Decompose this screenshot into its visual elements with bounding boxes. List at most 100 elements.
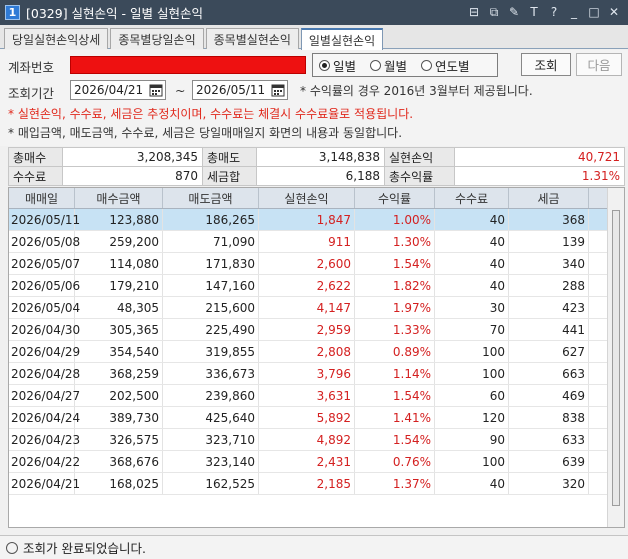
- scrollbar-thumb[interactable]: [612, 210, 620, 506]
- cell-fee: 40: [435, 209, 509, 230]
- table-row[interactable]: 2026/04/23 326,575 323,710 4,892 1.54% 90 633: [9, 429, 624, 451]
- cell-sell-amount: 215,600: [163, 297, 259, 318]
- table-row[interactable]: 2026/04/29 354,540 319,855 2,808 0.89% 100 627: [9, 341, 624, 363]
- tax-total-value: 6,188: [256, 166, 385, 186]
- total-sell-label: 총매도: [202, 147, 257, 167]
- maximize-icon[interactable]: □: [586, 4, 602, 20]
- journal-consistency-note: * 매입금액, 매도금액, 수수료, 세금은 당일매매일지 화면의 내용과 동일…: [8, 126, 403, 140]
- date-to-value: 2026/05/11: [196, 83, 266, 97]
- tab-by-stock-realized[interactable]: 종목별실현손익: [205, 28, 299, 49]
- font-size-icon[interactable]: T: [526, 4, 542, 20]
- calendar-icon[interactable]: [149, 83, 163, 97]
- grid-header: 매매일 매수금액 매도금액 실현손익 수익률 수수료 세금: [9, 188, 624, 209]
- header-realized-pnl[interactable]: 실현손익: [259, 188, 355, 208]
- cell-return-rate: 1.33%: [355, 319, 435, 340]
- link-icon[interactable]: ⊟: [466, 4, 482, 20]
- table-row[interactable]: 2026/05/06 179,210 147,160 2,622 1.82% 40 288: [9, 275, 624, 297]
- cell-buy-amount: 114,080: [75, 253, 163, 274]
- cell-buy-amount: 368,259: [75, 363, 163, 384]
- cell-fee: 90: [435, 429, 509, 450]
- cell-realized-pnl: 2,808: [259, 341, 355, 362]
- status-bar: 조회가 완료되었습니다.: [0, 535, 628, 559]
- table-row[interactable]: 2026/05/08 259,200 71,090 911 1.30% 40 139: [9, 231, 624, 253]
- radio-daily-dot[interactable]: [319, 59, 330, 71]
- cell-fee: 120: [435, 407, 509, 428]
- header-sell-amount[interactable]: 매도금액: [163, 188, 259, 208]
- cell-realized-pnl: 5,892: [259, 407, 355, 428]
- cell-tax: 368: [509, 209, 589, 230]
- date-to-input[interactable]: 2026/05/11: [192, 80, 288, 100]
- summary-row: 수수료 870 세금합 6,188 총수익률 1.31%: [8, 166, 625, 186]
- return-rate-note: * 수익률의 경우 2016년 3월부터 제공됩니다.: [300, 84, 533, 98]
- period-label: 조회기간: [8, 86, 55, 101]
- cell-sell-amount: 239,860: [163, 385, 259, 406]
- cell-fee: 30: [435, 297, 509, 318]
- header-tax[interactable]: 세금: [509, 188, 589, 208]
- table-row[interactable]: 2026/05/11 123,880 186,265 1,847 1.00% 40 368: [9, 209, 624, 231]
- cell-trade-date: 2026/05/08: [9, 231, 80, 252]
- cell-tax: 639: [509, 451, 589, 472]
- date-from-input[interactable]: 2026/04/21: [70, 80, 166, 100]
- cell-realized-pnl: 2,185: [259, 473, 355, 494]
- cell-fee: 40: [435, 275, 509, 296]
- pin-icon[interactable]: ✎: [506, 4, 522, 20]
- radio-daily[interactable]: 일별: [319, 56, 356, 75]
- table-row[interactable]: 2026/05/07 114,080 171,830 2,600 1.54% 40 340: [9, 253, 624, 275]
- help-icon[interactable]: ?: [546, 4, 562, 20]
- summary-row: 총매수 3,208,345 총매도 3,148,838 실현손익 40,721: [8, 147, 625, 167]
- cell-fee: 100: [435, 451, 509, 472]
- account-number-field[interactable]: [70, 56, 306, 74]
- cell-buy-amount: 354,540: [75, 341, 163, 362]
- header-fee[interactable]: 수수료: [435, 188, 509, 208]
- radio-monthly-label: 월별: [384, 58, 408, 74]
- table-row[interactable]: 2026/04/22 368,676 323,140 2,431 0.76% 100 639: [9, 451, 624, 473]
- radio-yearly[interactable]: 연도별: [421, 56, 470, 75]
- cell-realized-pnl: 4,892: [259, 429, 355, 450]
- fee-label: 수수료: [8, 166, 63, 186]
- cell-trade-date: 2026/05/04: [9, 297, 80, 318]
- cell-fee: 40: [435, 253, 509, 274]
- total-sell-value: 3,148,838: [256, 147, 385, 167]
- tab-bar: 당일실현손익상세 종목별당일손익 종목별실현손익 일별실현손익: [0, 25, 628, 50]
- radio-yearly-dot[interactable]: [421, 59, 433, 71]
- cell-buy-amount: 48,305: [75, 297, 163, 318]
- table-row[interactable]: 2026/04/28 368,259 336,673 3,796 1.14% 100 663: [9, 363, 624, 385]
- period-type-radio-group: 일별 월별 연도별: [312, 53, 498, 77]
- cell-realized-pnl: 911: [259, 231, 355, 252]
- copy-icon[interactable]: ⧉: [486, 4, 502, 20]
- cell-tax: 469: [509, 385, 589, 406]
- radio-daily-label: 일별: [333, 58, 357, 74]
- cell-tax: 441: [509, 319, 589, 340]
- daily-pnl-grid[interactable]: 매매일 매수금액 매도금액 실현손익 수익률 수수료 세금 2026/05/11…: [8, 187, 625, 528]
- tab-daily-realized[interactable]: 일별실현손익: [300, 28, 384, 50]
- table-row[interactable]: 2026/05/04 48,305 215,600 4,147 1.97% 30 423: [9, 297, 624, 319]
- cell-tax: 288: [509, 275, 589, 296]
- cell-realized-pnl: 2,959: [259, 319, 355, 340]
- header-buy-amount[interactable]: 매수금액: [75, 188, 163, 208]
- cell-return-rate: 1.97%: [355, 297, 435, 318]
- vertical-scrollbar[interactable]: [607, 188, 624, 527]
- close-icon[interactable]: ✕: [606, 4, 622, 20]
- cell-tax: 633: [509, 429, 589, 450]
- table-row[interactable]: 2026/04/27 202,500 239,860 3,631 1.54% 60 469: [9, 385, 624, 407]
- radio-monthly-dot[interactable]: [370, 59, 382, 71]
- cell-trade-date: 2026/05/07: [9, 253, 80, 274]
- cell-buy-amount: 326,575: [75, 429, 163, 450]
- cell-realized-pnl: 3,796: [259, 363, 355, 384]
- table-row[interactable]: 2026/04/21 168,025 162,525 2,185 1.37% 40 320: [9, 473, 624, 495]
- calendar-icon[interactable]: [271, 83, 285, 97]
- search-button[interactable]: 조회: [521, 53, 571, 76]
- radio-monthly[interactable]: 월별: [370, 56, 407, 75]
- cell-fee: 40: [435, 473, 509, 494]
- table-row[interactable]: 2026/04/30 305,365 225,490 2,959 1.33% 70 441: [9, 319, 624, 341]
- header-trade-date[interactable]: 매매일: [9, 188, 75, 208]
- table-row[interactable]: 2026/04/24 389,730 425,640 5,892 1.41% 120 838: [9, 407, 624, 429]
- tab-daily-detail[interactable]: 당일실현손익상세: [4, 28, 109, 49]
- tab-by-stock-daily[interactable]: 종목별당일손익: [110, 28, 204, 49]
- cell-trade-date: 2026/04/29: [9, 341, 80, 362]
- total-buy-value: 3,208,345: [62, 147, 203, 167]
- minimize-icon[interactable]: _: [566, 4, 582, 20]
- realized-pnl-value: 40,721: [454, 147, 625, 167]
- header-return-rate[interactable]: 수익률: [355, 188, 435, 208]
- next-button[interactable]: 다음: [576, 53, 622, 76]
